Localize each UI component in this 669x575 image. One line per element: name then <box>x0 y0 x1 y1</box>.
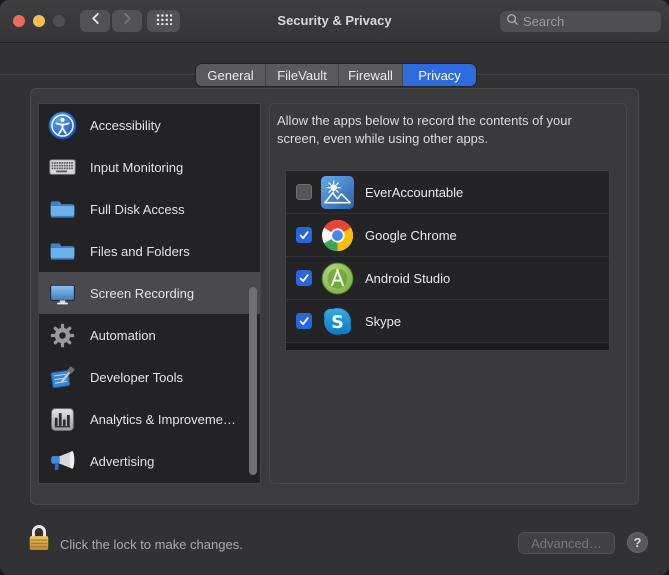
everaccountable-icon <box>321 176 354 209</box>
screen-recording-pane: Allow the apps below to record the conte… <box>269 103 627 484</box>
sidebar-scrollbar[interactable] <box>248 105 259 482</box>
tab-bar: GeneralFileVaultFirewallPrivacy <box>196 64 476 86</box>
tab-general[interactable]: General <box>196 64 266 86</box>
sidebar-items: Accessibility Input Monitoring Full Disk A… <box>39 104 260 482</box>
app-row-skype: S Skype <box>286 300 609 343</box>
sidebar-item-analytics-improveme[interactable]: Analytics & Improveme… <box>39 398 260 440</box>
security-privacy-window: Security & Privacy Search GeneralFileVau… <box>0 0 669 575</box>
lock-closed-icon <box>27 542 51 559</box>
tab-filevault[interactable]: FileVault <box>266 64 339 86</box>
sidebar-item-label: Files and Folders <box>90 244 190 259</box>
app-name: Android Studio <box>365 271 450 286</box>
folder-icon <box>48 195 77 224</box>
app-checkbox-checked[interactable] <box>296 270 312 286</box>
sidebar-item-label: Accessibility <box>90 118 161 133</box>
skype-icon: S <box>321 305 354 338</box>
lock-icon[interactable] <box>27 521 51 555</box>
sidebar-item-files-and-folders[interactable]: Files and Folders <box>39 230 260 272</box>
sidebar-item-label: Developer Tools <box>90 370 183 385</box>
privacy-category-list: Accessibility Input Monitoring Full Disk A… <box>38 103 261 484</box>
app-checkbox-checked[interactable] <box>296 227 312 243</box>
sidebar-item-label: Automation <box>90 328 156 343</box>
app-name: Google Chrome <box>365 228 457 243</box>
android-studio-icon <box>321 262 354 295</box>
scrollbar-thumb[interactable] <box>249 287 257 475</box>
sidebar-item-label: Advertising <box>90 454 154 469</box>
sidebar-item-screen-recording[interactable]: Screen Recording <box>39 272 260 314</box>
lock-hint-text: Click the lock to make changes. <box>60 537 243 552</box>
pane-description: Allow the apps below to record the conte… <box>277 112 617 148</box>
app-checkbox-unchecked[interactable] <box>296 184 312 200</box>
app-name: Skype <box>365 314 401 329</box>
display-icon <box>48 279 77 308</box>
app-name: EverAccountable <box>365 185 463 200</box>
titlebar: Security & Privacy Search <box>0 0 669 43</box>
app-row-android-studio: Android Studio <box>286 257 609 300</box>
search-field[interactable]: Search <box>500 11 661 32</box>
app-row-google-chrome: Google Chrome <box>286 214 609 257</box>
content-panel: Accessibility Input Monitoring Full Disk A… <box>30 88 639 505</box>
advanced-button[interactable]: Advanced… <box>518 532 615 554</box>
tab-privacy[interactable]: Privacy <box>403 64 476 86</box>
sidebar-item-developer-tools[interactable]: Developer Tools <box>39 356 260 398</box>
app-checkbox-checked[interactable] <box>296 313 312 329</box>
sidebar-item-advertising[interactable]: Advertising <box>39 440 260 482</box>
svg-text:S: S <box>331 312 344 332</box>
chrome-icon <box>321 219 354 252</box>
folder-icon <box>48 237 77 266</box>
sidebar-item-label: Full Disk Access <box>90 202 185 217</box>
sidebar-item-full-disk-access[interactable]: Full Disk Access <box>39 188 260 230</box>
sidebar-item-input-monitoring[interactable]: Input Monitoring <box>39 146 260 188</box>
megaphone-icon <box>48 447 77 476</box>
sidebar-item-automation[interactable]: Automation <box>39 314 260 356</box>
sidebar-item-label: Analytics & Improveme… <box>90 412 236 427</box>
search-icon <box>506 13 519 31</box>
accessibility-icon <box>48 111 77 140</box>
sidebar-item-label: Input Monitoring <box>90 160 183 175</box>
app-list: EverAccountable Google Chrome Android Stud… <box>285 170 610 351</box>
bar-chart-icon <box>48 405 77 434</box>
sidebar-item-label: Screen Recording <box>90 286 194 301</box>
keyboard-icon <box>48 153 77 182</box>
tab-firewall[interactable]: Firewall <box>339 64 403 86</box>
sidebar-item-accessibility[interactable]: Accessibility <box>39 104 260 146</box>
developer-tools-icon <box>48 363 77 392</box>
gear-icon <box>48 321 77 350</box>
search-placeholder: Search <box>523 14 564 29</box>
help-button[interactable]: ? <box>627 532 648 553</box>
app-row-everaccountable: EverAccountable <box>286 171 609 214</box>
